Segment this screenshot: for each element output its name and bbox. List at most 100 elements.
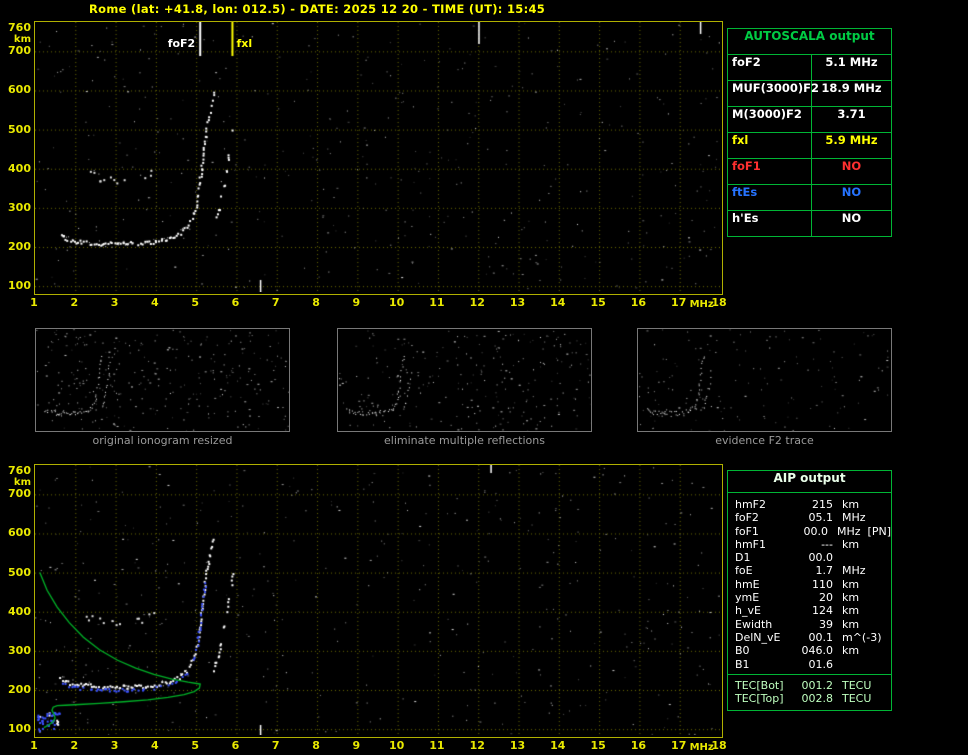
y-axis-unit-label: km <box>13 33 31 45</box>
aip-row-value: 046.0 <box>801 644 834 658</box>
x-axis-unit-label: MHz <box>689 299 714 310</box>
aip-row-value: 124 <box>812 604 833 618</box>
y-axis-tick: 700 <box>8 487 31 501</box>
x-axis-tick: 13 <box>509 739 526 752</box>
autoscala-table-row: M(3000)F2 3.71 <box>728 107 891 133</box>
aip-row-note <box>870 564 891 577</box>
aip-row-note <box>870 644 891 657</box>
x-axis-tick: 17 <box>671 739 687 752</box>
y-axis-unit-label: km <box>13 476 31 488</box>
aip-row-value: 05.1 <box>808 511 834 525</box>
aip-row: hmF1 --- km <box>728 538 891 551</box>
x-axis-tick: 7 <box>271 739 280 752</box>
y-axis-tick: 400 <box>8 604 31 618</box>
thumbnail-f2-trace <box>637 328 892 432</box>
autoscala-table-row: foF1 NO <box>728 159 891 185</box>
ionogram-plot-bottom <box>34 464 723 738</box>
aip-row-label: h_vE <box>735 604 761 618</box>
aip-row-note <box>870 511 891 524</box>
fxl-marker-label: fxl <box>236 37 253 50</box>
x-axis-tick: 13 <box>509 296 526 309</box>
x-axis-tick: 15 <box>590 296 606 309</box>
x-axis-tick: 17 <box>671 296 687 309</box>
aip-row-value: 00.1 <box>808 630 834 644</box>
aip-row-value: 39 <box>819 617 833 631</box>
aip-row: Ewidth 39 km <box>728 618 891 631</box>
aip-row-label: B0 <box>735 644 750 658</box>
y-axis-tick: 500 <box>8 565 31 579</box>
x-axis-tick: 2 <box>70 296 79 309</box>
x-axis-tick: 5 <box>191 739 199 752</box>
autoscala-table-row: h'Es NO <box>728 211 891 236</box>
aip-output-title: AIP output <box>728 471 891 493</box>
aip-row-value: 20 <box>819 591 833 605</box>
x-axis-tick: 9 <box>352 296 361 309</box>
x-axis-tick: 1 <box>30 739 38 752</box>
autoscala-window: Rome (lat: +41.8, lon: 012.5) - DATE: 20… <box>0 0 968 755</box>
aip-row-unit <box>833 551 870 564</box>
y-axis-tick: 100 <box>8 279 31 293</box>
aip-row-label: B1 <box>735 657 750 671</box>
aip-row-note <box>870 631 891 644</box>
station-title: Rome (lat: +41.8, lon: 012.5) - DATE: 20… <box>89 2 546 16</box>
aip-row-label: Ewidth <box>735 617 773 631</box>
autoscala-row-value: 18.9 MHz <box>821 81 882 95</box>
y-axis-tick: 200 <box>8 683 31 696</box>
aip-row: B1 01.6 <box>728 658 891 671</box>
fof2-marker-label: foF2 <box>167 37 196 50</box>
aip-row-label: ymE <box>735 591 760 605</box>
y-axis-tick: 760 <box>8 463 31 477</box>
x-axis-tick: 10 <box>388 739 405 752</box>
y-axis-tick: 600 <box>8 526 31 540</box>
tec-output-rows: TEC[Bot] 001.2 TECU TEC[Top] 002.8 TECU <box>728 675 891 711</box>
autoscala-table-row: ftEs NO <box>728 185 891 211</box>
aip-row-unit: m^(-3) <box>842 630 882 644</box>
aip-row: foE 1.7 MHz <box>728 564 891 577</box>
x-axis-tick: 6 <box>231 296 240 309</box>
aip-row-note <box>870 604 891 617</box>
autoscala-table-row: fxl 5.9 MHz <box>728 133 891 159</box>
autoscala-row-label: foF2 <box>728 55 812 80</box>
tec-row-label: TEC[Top] <box>735 692 784 706</box>
autoscala-table-row: MUF(3000)F2 18.9 MHz <box>728 81 891 107</box>
tec-row-unit: TECU <box>842 692 872 706</box>
aip-row: B0 046.0 km <box>728 644 891 657</box>
aip-row-value: 01.6 <box>808 657 834 671</box>
autoscala-row-label: foF1 <box>728 159 812 184</box>
autoscala-row-value: NO <box>841 159 862 173</box>
thumbnail-no-multiples-canvas <box>338 329 591 431</box>
autoscala-row-value: 5.9 MHz <box>825 133 878 147</box>
thumbnail-original <box>35 328 290 432</box>
aip-row: ymE 20 km <box>728 591 891 604</box>
y-axis-tick: 300 <box>8 200 31 214</box>
x-axis-tick: 4 <box>151 739 159 752</box>
x-axis-tick: 5 <box>191 296 199 309</box>
aip-row-note <box>870 618 891 631</box>
thumbnail-caption-original: original ionogram resized <box>92 434 233 447</box>
tec-row-label: TEC[Bot] <box>735 678 784 692</box>
aip-output-rows: hmF2 215 km foF2 05.1 MHz foF1 00.0 MHz [PN] hmF1-… <box>728 493 891 674</box>
x-axis-tick: 11 <box>429 739 445 752</box>
x-axis-tick: 3 <box>110 296 119 309</box>
autoscala-row-label: ftEs <box>728 185 812 210</box>
ionogram-canvas-bottom <box>35 465 720 735</box>
ionogram-canvas-top <box>35 22 720 292</box>
x-axis-tick: 3 <box>110 739 119 752</box>
aip-row-note <box>870 551 891 564</box>
aip-row-unit: MHz <box>842 564 866 578</box>
x-axis-tick: 11 <box>429 296 445 309</box>
aip-row-label: foE <box>735 564 753 578</box>
aip-row-value: 1.7 <box>815 564 834 578</box>
autoscala-row-value: NO <box>841 185 862 199</box>
autoscala-row-label: MUF(3000)F2 <box>728 81 819 106</box>
y-axis-tick: 600 <box>8 83 31 97</box>
autoscala-output-title: AUTOSCALA output <box>728 29 891 55</box>
x-axis-tick: 1 <box>30 296 38 309</box>
x-axis-tick: 7 <box>271 296 280 309</box>
y-axis-tick: 300 <box>8 643 31 657</box>
x-axis-unit-label: MHz <box>689 742 714 753</box>
tec-row-unit: TECU <box>842 678 872 692</box>
autoscala-row-label: M(3000)F2 <box>728 107 812 132</box>
y-axis-tick: 700 <box>8 44 31 58</box>
aip-row-unit: km <box>842 577 860 591</box>
